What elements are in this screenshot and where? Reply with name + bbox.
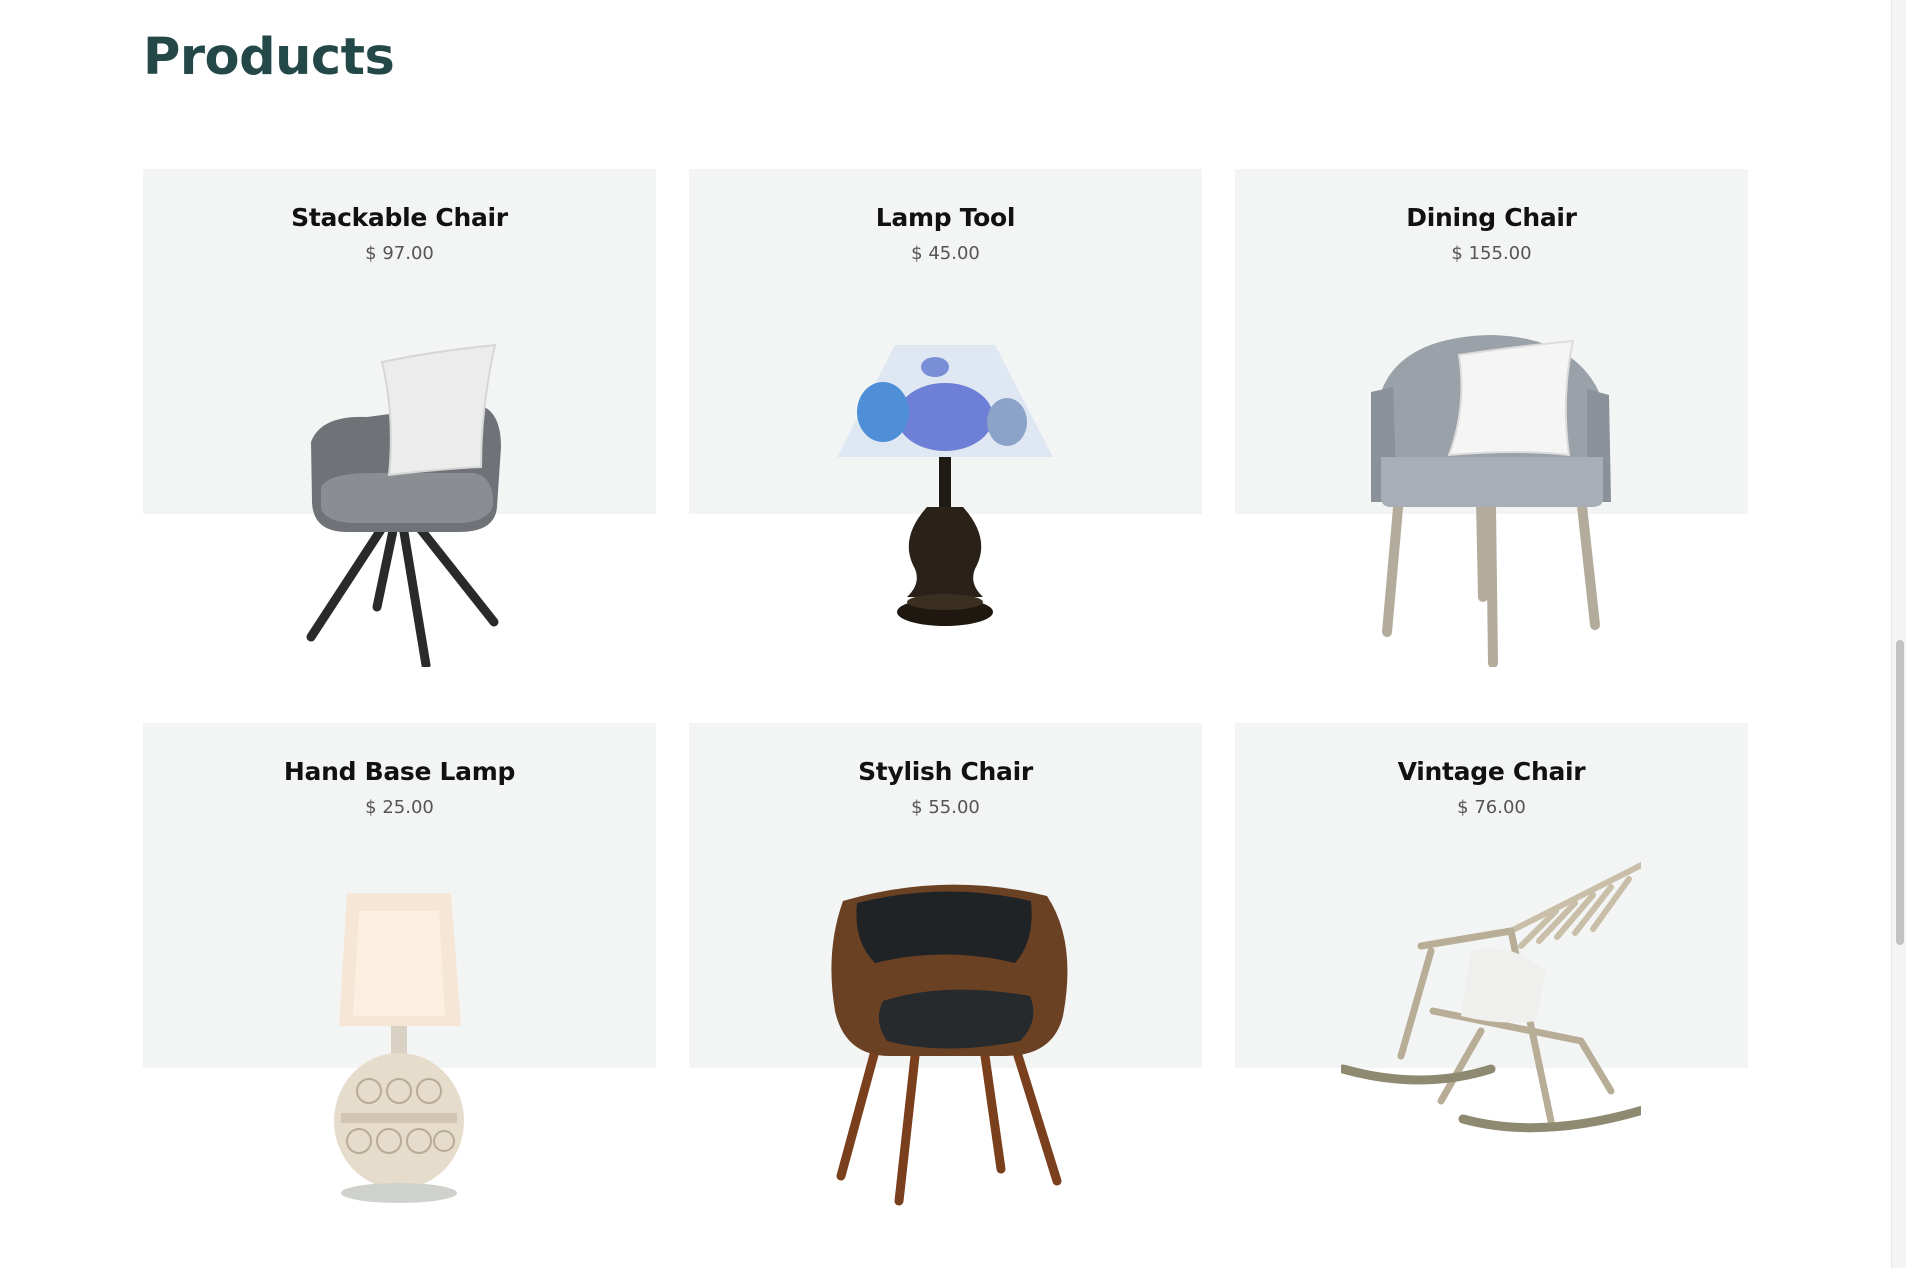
product-card[interactable]: Hand Base Lamp $ 25.00 (143, 723, 656, 1203)
product-price: $ 45.00 (911, 243, 980, 264)
product-name: Lamp Tool (875, 203, 1016, 232)
product-name: Stackable Chair (291, 203, 508, 232)
stylish-chair-image[interactable] (795, 851, 1095, 1221)
product-price: $ 97.00 (365, 243, 434, 264)
product-name: Stylish Chair (858, 757, 1033, 786)
scrollbar-thumb[interactable] (1896, 640, 1904, 945)
stackable-chair-image[interactable] (249, 297, 549, 667)
product-name: Dining Chair (1406, 203, 1577, 232)
product-price: $ 155.00 (1451, 243, 1532, 264)
scrollbar[interactable] (1891, 0, 1906, 1268)
product-price: $ 55.00 (911, 797, 980, 818)
product-grid: Stackable Chair $ 97.00 Lamp Tool $ 45.0… (143, 169, 1748, 1206)
vintage-chair-image[interactable] (1341, 851, 1641, 1221)
dining-chair-image[interactable] (1341, 297, 1641, 667)
product-name: Vintage Chair (1397, 757, 1586, 786)
product-card[interactable]: Dining Chair $ 155.00 (1235, 169, 1748, 667)
product-price: $ 76.00 (1457, 797, 1526, 818)
product-name: Hand Base Lamp (283, 757, 516, 786)
lamp-tool-image[interactable] (795, 297, 1095, 667)
product-card[interactable]: Lamp Tool $ 45.00 (689, 169, 1202, 626)
product-card[interactable]: Stackable Chair $ 97.00 (143, 169, 656, 667)
product-card[interactable]: Vintage Chair $ 76.00 (1235, 723, 1748, 1133)
hand-base-lamp-image[interactable] (249, 851, 549, 1221)
product-card[interactable]: Stylish Chair $ 55.00 (689, 723, 1202, 1206)
page-title: Products (143, 28, 395, 87)
product-price: $ 25.00 (365, 797, 434, 818)
